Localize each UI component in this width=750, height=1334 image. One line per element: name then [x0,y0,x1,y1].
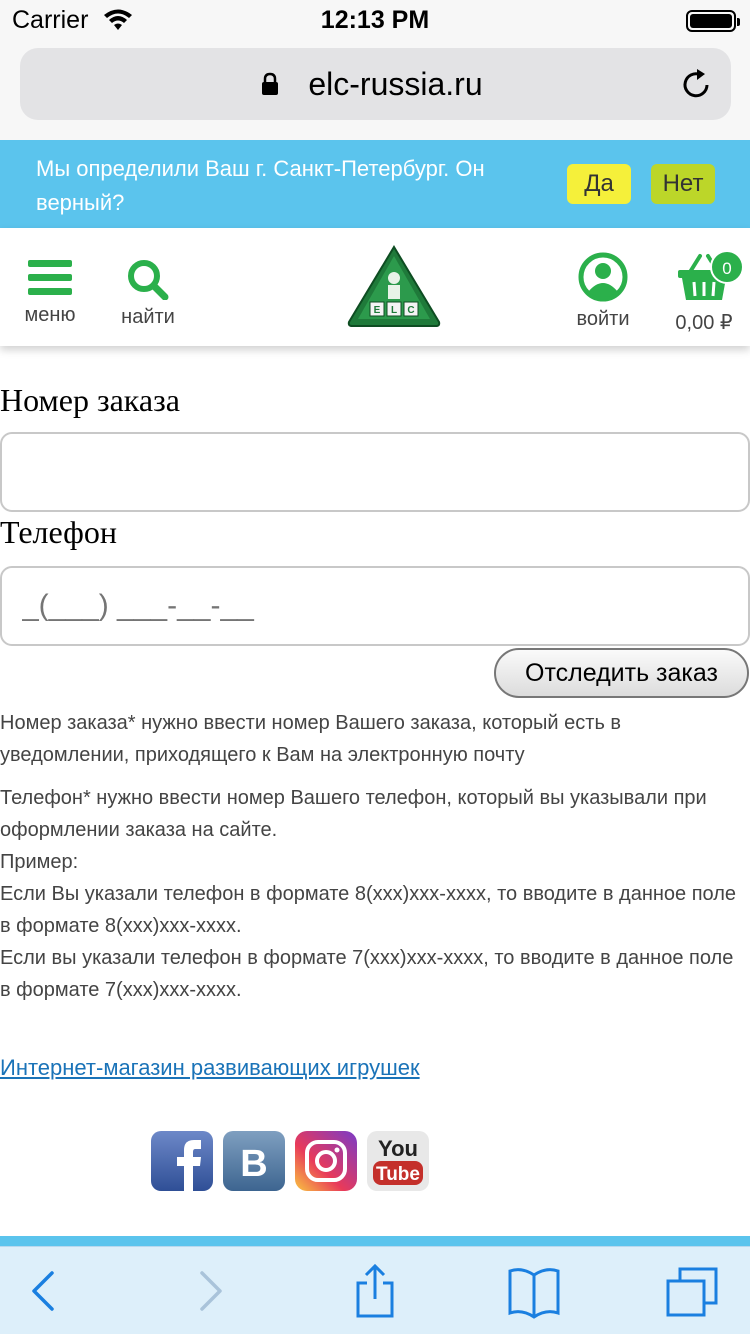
login-button[interactable]: войти [562,252,644,331]
status-bar: Carrier 12:13 PM [0,0,750,40]
phone-help-block: Телефон* нужно ввести номер Вашего телеф… [0,782,740,1006]
user-icon [578,252,628,302]
order-help-text: Номер заказа* нужно ввести номер Вашего … [0,712,622,766]
menu-label: меню [24,304,76,326]
site-header: меню найти E L C войти 0 0,00 ₽ [0,228,750,346]
back-icon[interactable] [12,1263,72,1319]
phone-help-text: Телефон* нужно ввести номер Вашего телеф… [0,787,707,841]
facebook-icon[interactable] [150,1130,214,1192]
url-text: elc-russia.ru [308,66,483,102]
battery-icon [686,10,740,32]
city-message: Мы определили Ваш г. Санкт-Петербург. Он… [36,156,485,215]
search-icon [128,260,169,300]
youtube-text-top: You [378,1136,418,1161]
menu-button[interactable]: меню [14,258,86,327]
reload-icon[interactable] [679,68,713,102]
city-banner: Мы определили Ваш г. Санкт-Петербург. Он… [0,140,750,228]
search-label: найти [121,306,175,328]
svg-text:E: E [374,305,381,316]
tabs-icon[interactable] [660,1263,720,1319]
login-label: войти [576,308,630,330]
order-number-label: Номер заказа [0,382,180,418]
confirm-city-button[interactable]: Да [567,164,631,204]
clock: 12:13 PM [320,6,430,34]
svg-text:L: L [391,305,397,316]
order-number-input[interactable] [0,432,750,512]
browser-toolbar [0,1246,750,1334]
example-8-text: Если Вы указали телефон в формате 8(xxx)… [0,883,737,937]
address-bar[interactable]: elc-russia.ru [20,48,731,120]
page: Carrier 12:13 PM elc-russia.ru Мы опреде… [0,0,750,1334]
svg-text:C: C [407,305,414,316]
example-7-text: Если вы указали телефон в формате 7(xxx)… [0,947,734,1001]
instagram-icon[interactable] [294,1130,358,1192]
example-label: Пример: [0,851,79,873]
share-icon[interactable] [345,1263,405,1319]
track-order-button[interactable]: Отследить заказ [494,648,749,698]
cart-count-badge: 0 [710,250,744,284]
elc-logo[interactable]: E L C [346,244,442,328]
youtube-icon[interactable]: You Tube [366,1130,430,1192]
phone-label: Телефон [0,514,117,550]
forward-icon[interactable] [182,1263,242,1319]
hamburger-icon [28,260,72,295]
youtube-text-bottom: Tube [376,1164,420,1185]
cart-button[interactable]: 0 0,00 ₽ [668,250,744,335]
vk-icon[interactable]: B [222,1130,286,1192]
footer-strip [0,1236,750,1246]
search-button[interactable]: найти [112,258,184,329]
cart-total: 0,00 ₽ [675,312,733,334]
shop-home-link[interactable]: Интернет-магазин развивающих игрушек [0,1055,420,1081]
phone-input[interactable] [0,566,750,646]
bookmarks-icon[interactable] [504,1263,564,1319]
vk-letter: B [240,1143,267,1185]
browser-chrome: elc-russia.ru [0,40,750,140]
reject-city-button[interactable]: Нет [651,164,715,204]
